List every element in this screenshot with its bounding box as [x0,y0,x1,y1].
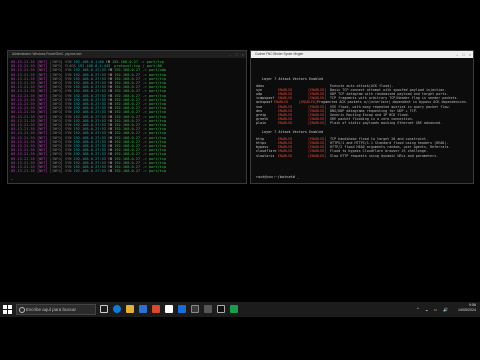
section1-list: ddos Execute auto attack(ACK flood). syn EN… [256,84,468,125]
vector-row: slowloris ENABLED [ENABLED] Slow HTTP reque… [256,154,468,158]
vector-val: ENABLED [278,153,293,158]
outlook-icon[interactable] [178,305,186,313]
cmd-taskbar-icon[interactable] [217,305,225,313]
log-ts: 05.13.21.55 [NET] [11,152,48,157]
vector-name: plain [256,120,267,125]
right-window-title: Csdnet FNC Bhider Syster Mngter [255,52,304,56]
log-src: 192.168.0.27:53 [73,89,106,94]
log-src: 192.168.0.27:53 [73,152,106,157]
log-tag: [INFO] SYN [49,110,72,115]
log-tag: [INFO] SYN [49,68,72,73]
edge-browser-icon[interactable] [113,305,121,313]
close-icon[interactable]: × [242,51,244,58]
app-taskbar-icon[interactable] [204,305,212,313]
log-tag: [INFO] SYN [49,131,72,136]
terminal-taskbar-icon[interactable] [191,305,199,313]
log-src: 192.168.0.27:53 [73,68,106,73]
log-src: 192.168.0.27:53 [73,110,106,115]
minimize-icon[interactable]: – [229,51,231,58]
vector-name: slowloris [256,153,275,158]
mail-icon[interactable] [165,305,173,313]
section2-header: Layer 7 Attack Vectors Enabled [262,130,324,135]
log-ts: 05.13.21.55 [NET] [11,131,48,136]
log-dst: 192.168.0.27 -> port/tcp [114,131,167,136]
log-flags: !B [107,131,113,136]
log-line: 05.13.21.55 [NET] [INFO] SYN 192.168.0.27:… [11,169,243,173]
terminal-cursor: _ [11,176,14,180]
log-ts: 05.13.21.55 [NET] [11,110,48,115]
search-icon [19,307,25,313]
clock[interactable]: 9:56 14/05/2024 [458,303,476,313]
log-dst: 192.168.0.27 -> port/tcp [114,110,167,115]
vector-state: [ENABLED] [308,120,327,125]
log-flags: !B [107,152,113,157]
right-window-controls: – □ × [456,51,471,58]
vector-row: plain ENABLED [ENABLED] Plain of static pay… [256,121,468,125]
store-icon[interactable] [139,305,147,313]
log-dst: 192.168.0.27 -> port/tcp [114,89,167,94]
right-terminal-window[interactable]: Csdnet FNC Bhider Syster Mngter – □ × La… [250,50,474,184]
log-flags: !B [107,68,113,73]
vector-desc: Plain of static payloads mocking Etherne… [330,120,443,125]
clock-date: 14/05/2024 [458,308,476,312]
windows-start-icon[interactable] [3,305,12,314]
log-ts: 05.13.21.55 [NET] [11,169,48,174]
terminal-log: 05.13.21.55 [NET] [INFO] SYN 192.168.0.1:8… [8,58,246,175]
log-tag: [INFO] SYN [49,89,72,94]
attack-vectors-panel: Layer 7 Attack Vectors Enabled ddos Execu… [251,58,473,162]
vector-state: [ENABLED] [308,153,327,158]
log-dst: 192.168.0.27 -> port/tcp [114,152,167,157]
maximize-icon[interactable]: □ [235,51,237,58]
maximize-icon[interactable]: □ [462,51,464,58]
taskbar-search-box[interactable]: Escribe aquí para buscar [16,304,96,315]
log-tag: [INFO] SYN [49,169,72,174]
left-window-controls: – □ × [229,51,244,58]
section2-list: http ENABLED [ENABLED] TCP handshake flood … [256,137,468,157]
right-title-bar[interactable]: Csdnet FNC Bhider Syster Mngter – □ × [251,51,473,58]
office-icon[interactable] [152,305,160,313]
file-explorer-icon[interactable] [126,305,134,313]
shell-prompt[interactable]: root@cnc:~/botnet# _ [256,175,299,179]
log-dst: 192.168.0.27 -> port/tcp [114,169,167,174]
system-tray-icons[interactable]: ^ ☁ ▭ 🔊 [417,307,450,312]
left-terminal-window[interactable]: Administrator: Windows PowerShell - pty.… [7,50,247,184]
log-tag: [INFO] SYN [49,152,72,157]
log-dst: 192.168.0.27 -> port/udp [114,68,167,73]
log-flags: !B [107,110,113,115]
section1-header: Layer 7 Attack Vectors Enabled [262,77,324,81]
left-window-title: Administrator: Windows PowerShell - pty.… [12,52,82,56]
vector-desc: Slow HTTP requests using dynamic URLs an… [330,153,439,158]
close-icon[interactable]: × [469,51,471,58]
vector-val: ENABLED [278,120,293,125]
task-view-icon[interactable] [100,305,108,313]
log-src: 192.168.0.27:53 [73,131,106,136]
left-title-bar[interactable]: Administrator: Windows PowerShell - pty.… [8,51,246,58]
green-app-icon[interactable] [230,305,238,313]
search-placeholder: Escribe aquí para buscar [26,307,77,312]
taskbar: Escribe aquí para buscar ^ ☁ ▭ 🔊 9:56 14… [0,302,480,317]
log-flags: !B [107,89,113,94]
log-src: 192.168.0.27:53 [73,169,106,174]
log-ts: 05.13.21.55 [NET] [11,89,48,94]
log-ts: 05.13.21.55 [NET] [11,68,48,73]
minimize-icon[interactable]: – [456,51,458,58]
log-flags: !B [107,169,113,174]
